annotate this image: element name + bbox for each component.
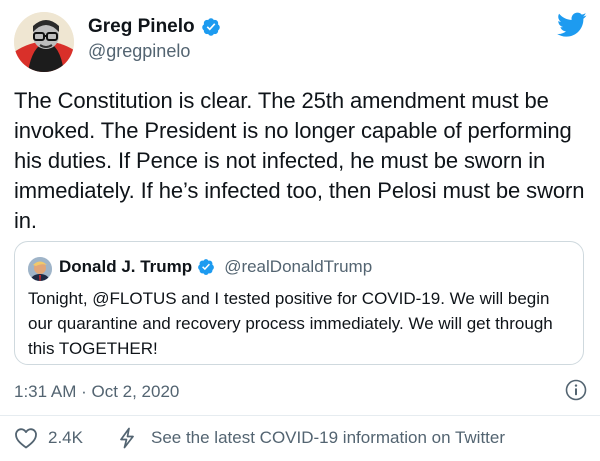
divider	[0, 415, 600, 416]
verified-badge-icon	[197, 258, 215, 276]
author-name-row[interactable]: Greg Pinelo	[88, 16, 221, 38]
quoted-text: Tonight, @FLOTUS and I tested positive f…	[28, 289, 553, 358]
author-avatar[interactable]	[14, 12, 74, 72]
action-bar: 2.4K See the latest COVID-19 information…	[14, 427, 505, 449]
info-icon[interactable]	[565, 379, 587, 401]
verified-badge-icon	[201, 17, 221, 37]
like-count[interactable]: 2.4K	[48, 428, 83, 448]
twitter-bird-icon[interactable]	[557, 12, 587, 38]
quoted-display-name: Donald J. Trump	[59, 257, 193, 276]
quoted-handle: @realDonaldTrump	[224, 257, 373, 276]
author-display-name[interactable]: Greg Pinelo	[88, 16, 195, 38]
heart-icon[interactable]	[14, 427, 38, 449]
quoted-author-avatar	[28, 257, 52, 281]
lightning-bolt-icon[interactable]	[117, 427, 137, 449]
quoted-header: Donald J. Trump @realDonaldTrump	[59, 257, 372, 277]
quoted-tweet[interactable]: Donald J. Trump @realDonaldTrump Tonight…	[14, 241, 584, 365]
tweet-timestamp[interactable]: 1:31 AM · Oct 2, 2020	[14, 382, 179, 402]
tweet-text: The Constitution is clear. The 25th amen…	[14, 88, 585, 233]
author-handle[interactable]: @gregpinelo	[88, 41, 190, 62]
tweet-card: Greg Pinelo @gregpinelo The Constitution…	[0, 0, 600, 461]
covid-info-link[interactable]: See the latest COVID-19 information on T…	[151, 428, 505, 448]
